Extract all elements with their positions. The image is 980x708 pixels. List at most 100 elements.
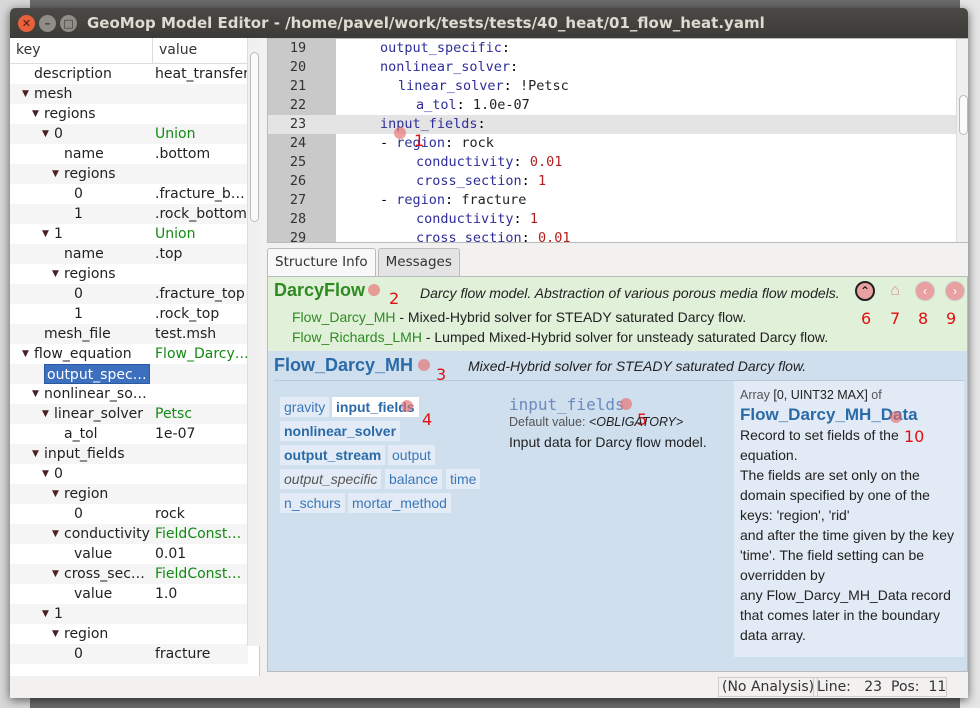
expand-arrow-icon[interactable]: ▼ — [52, 164, 59, 184]
option-desc: - Lumped Mixed-Hybrid solver for unstead… — [421, 329, 829, 345]
tree-row[interactable]: ▼ region — [10, 624, 248, 644]
tree-row[interactable]: 0 .fracture_top — [10, 284, 248, 304]
expand-arrow-icon[interactable]: ▼ — [22, 84, 29, 104]
tree-row[interactable]: value 0.01 — [10, 544, 248, 564]
tree-row[interactable]: value 1.0 — [10, 584, 248, 604]
expand-arrow-icon[interactable]: ▼ — [42, 224, 49, 244]
tree-row[interactable]: 1 .rock_top — [10, 304, 248, 324]
key-mortar-method[interactable]: mortar_method — [348, 493, 451, 513]
tree-row[interactable]: ▼ flow_equation Flow_Darcy… — [10, 344, 248, 364]
tree-view[interactable]: key value description heat_transfer ▼ mesh ▼… — [10, 38, 260, 698]
tree-row[interactable]: ▼ regions — [10, 264, 248, 284]
marker-dot — [368, 284, 380, 296]
code-line[interactable]: 29 cross_section: 0.01 — [268, 229, 958, 242]
key-output[interactable]: output — [388, 445, 435, 465]
tree-row[interactable]: 0 .fracture_b… — [10, 184, 248, 204]
code-sep: : — [503, 78, 520, 94]
code-line[interactable]: 26 cross_section: 1 — [268, 172, 958, 191]
expand-arrow-icon[interactable]: ▼ — [52, 624, 59, 644]
tree-row[interactable]: name .bottom — [10, 144, 248, 164]
tree-row[interactable]: ▼ cross_sec… FieldConst… — [10, 564, 248, 584]
scrollbar-thumb[interactable] — [959, 95, 968, 135]
tree-key: mesh_file — [44, 326, 111, 342]
tree-row[interactable]: ▼ input_fields — [10, 444, 248, 464]
expand-arrow-icon[interactable]: ▼ — [32, 444, 39, 464]
tree-row[interactable]: 0 rock — [10, 504, 248, 524]
expand-arrow-icon[interactable]: ▼ — [32, 104, 39, 124]
expand-arrow-icon[interactable]: ▼ — [42, 464, 49, 484]
tree-row[interactable]: 0 fracture — [10, 644, 248, 664]
scrollbar-thumb[interactable] — [250, 52, 259, 222]
code-line[interactable]: 20 nonlinear_solver: — [268, 58, 958, 77]
expand-arrow-icon[interactable]: ▼ — [32, 384, 39, 404]
parent-title[interactable]: DarcyFlow — [274, 280, 365, 301]
tree-key: input_fields — [44, 446, 125, 462]
tree-row[interactable]: a_tol 1e-07 — [10, 424, 248, 444]
column-key[interactable]: key — [10, 38, 153, 63]
key-nonlinear-solver[interactable]: nonlinear_solver — [280, 421, 401, 441]
key-time[interactable]: time — [446, 469, 481, 489]
close-icon[interactable]: ✕ — [18, 14, 35, 32]
yaml-editor[interactable]: 19 output_specific: 20 nonlinear_solver: 21 l… — [267, 38, 968, 243]
tree-value: Petsc — [155, 406, 193, 422]
code-line[interactable]: 28 conductivity: 1 — [268, 210, 958, 229]
tree-row[interactable]: mesh_file test.msh — [10, 324, 248, 344]
code-line[interactable]: 22 a_tol: 1.0e-07 — [268, 96, 958, 115]
tree-row[interactable]: description heat_transfer — [10, 64, 248, 84]
tree-row[interactable]: 1 .rock_bottom — [10, 204, 248, 224]
code-line[interactable]: 27 - region: fracture — [268, 191, 958, 210]
type-title[interactable]: Flow_Darcy_MH_Data — [740, 405, 958, 425]
expand-arrow-icon[interactable]: ▼ — [42, 404, 49, 424]
tree-row[interactable]: ▼ 1 — [10, 604, 248, 624]
expand-arrow-icon[interactable]: ▼ — [42, 124, 49, 144]
maximize-icon[interactable]: □ — [60, 14, 77, 32]
editor-vertical-scrollbar[interactable] — [956, 39, 968, 242]
expand-arrow-icon[interactable]: ▼ — [52, 564, 59, 584]
marker-4: 4 — [422, 410, 433, 429]
tree-row[interactable]: ▼ 1 Union — [10, 224, 248, 244]
tab-messages[interactable]: Messages — [377, 248, 460, 276]
code-line[interactable]: 24 - region: rock — [268, 134, 958, 153]
tree-row[interactable]: ▼ regions — [10, 104, 248, 124]
chevron-up-icon[interactable]: ⌃ — [855, 281, 875, 301]
key-balance[interactable]: balance — [385, 469, 443, 489]
parent-description: Darcy flow model. Abstraction of various… — [420, 285, 840, 301]
tab-structure-info[interactable]: Structure Info — [267, 248, 376, 276]
expand-arrow-icon[interactable]: ▼ — [42, 604, 49, 624]
tree-row[interactable]: ▼ 0 Union — [10, 124, 248, 144]
tree-row[interactable]: ▼ linear_solver Petsc — [10, 404, 248, 424]
option-item: Flow_Richards_LMH - Lumped Mixed-Hybrid … — [292, 329, 828, 345]
tree-row[interactable]: ▼ regions — [10, 164, 248, 184]
tree-row[interactable]: name .top — [10, 244, 248, 264]
tree-row[interactable]: ▼ nonlinear_so… — [10, 384, 248, 404]
code-line[interactable]: 23 input_fields: — [268, 115, 958, 134]
minimize-icon[interactable]: – — [39, 14, 56, 32]
expand-arrow-icon[interactable]: ▼ — [52, 524, 59, 544]
column-value[interactable]: value — [153, 38, 203, 63]
key-output-specific[interactable]: output_specific — [280, 469, 382, 489]
tree-value: 0.01 — [155, 546, 187, 562]
option-link[interactable]: Flow_Richards_LMH — [292, 329, 422, 345]
tree-key: regions — [64, 266, 116, 282]
option-link[interactable]: Flow_Darcy_MH — [292, 309, 395, 325]
tree-row[interactable]: output_spec… — [10, 364, 248, 384]
expand-arrow-icon[interactable]: ▼ — [22, 344, 29, 364]
tree-vertical-scrollbar[interactable] — [247, 38, 260, 646]
expand-arrow-icon[interactable]: ▼ — [52, 264, 59, 284]
tree-row[interactable]: ▼ 0 — [10, 464, 248, 484]
tree-key: name — [64, 246, 104, 262]
key-gravity[interactable]: gravity — [280, 397, 330, 417]
tree-row[interactable]: ▼ region — [10, 484, 248, 504]
tree-row[interactable]: ▼ conductivity FieldConst… — [10, 524, 248, 544]
chevron-left-icon[interactable]: ‹ — [915, 281, 935, 301]
key-n-schurs[interactable]: n_schurs — [280, 493, 345, 513]
tree-row[interactable]: ▼ mesh — [10, 84, 248, 104]
code-line[interactable]: 19 output_specific: — [268, 39, 958, 58]
code-line[interactable]: 21 linear_solver: !Petsc — [268, 77, 958, 96]
code-line[interactable]: 25 conductivity: 0.01 — [268, 153, 958, 172]
tree-value: 1e-07 — [155, 426, 196, 442]
home-icon[interactable]: ⌂ — [885, 281, 905, 301]
expand-arrow-icon[interactable]: ▼ — [52, 484, 59, 504]
key-output-stream[interactable]: output_stream — [280, 445, 386, 465]
chevron-right-icon[interactable]: › — [945, 281, 965, 301]
